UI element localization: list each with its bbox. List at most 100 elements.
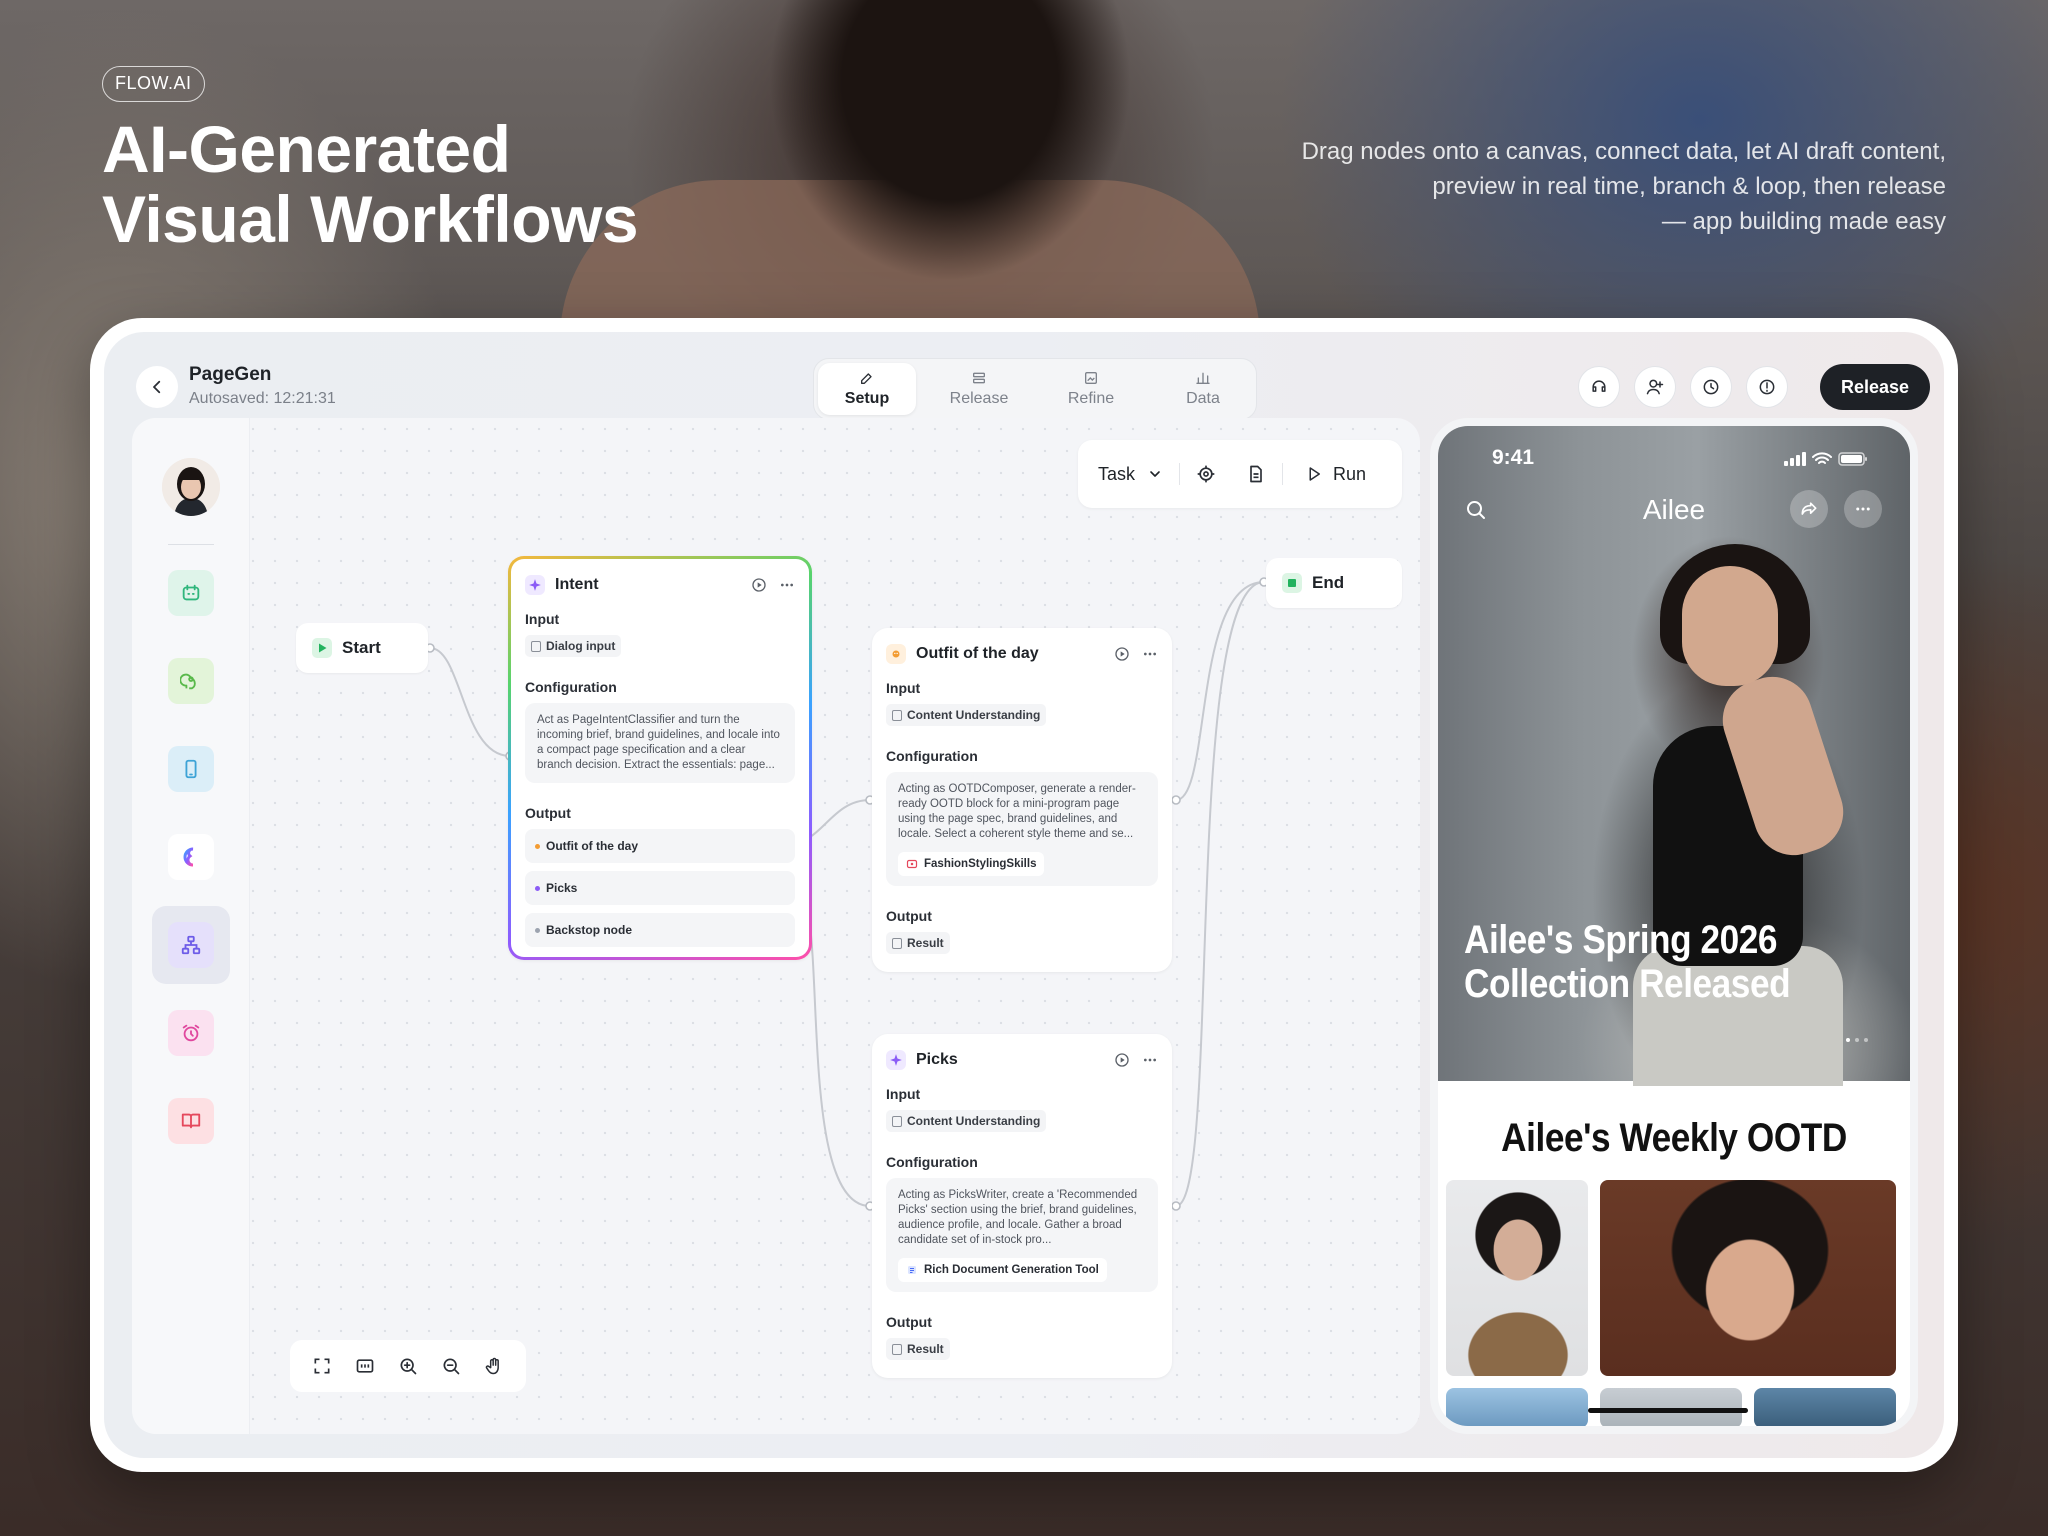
- zoom-in-icon[interactable]: [398, 1356, 418, 1376]
- intent-output-picks[interactable]: Picks: [525, 871, 795, 905]
- share-button[interactable]: [1790, 490, 1828, 528]
- play-icon: [1309, 467, 1321, 481]
- back-button[interactable]: [136, 366, 178, 408]
- end-label: End: [1312, 573, 1345, 592]
- tab-setup[interactable]: Setup: [818, 363, 916, 415]
- more-icon[interactable]: [1142, 646, 1158, 662]
- intent-config-label: Configuration: [525, 679, 617, 695]
- minimap-icon[interactable]: [355, 1356, 375, 1376]
- ootd-output-chip: Result: [886, 932, 950, 954]
- intent-input-chip-label: Dialog input: [546, 639, 616, 653]
- start-node[interactable]: Start: [296, 623, 428, 673]
- info-button[interactable]: [1746, 366, 1788, 408]
- ootd-node-header: Outfit of the day: [886, 642, 1158, 666]
- document-icon: [892, 709, 902, 721]
- ootd-config-text: Acting as OOTDComposer, generate a rende…: [898, 783, 1136, 840]
- phone-nav-bar: Ailee: [1438, 490, 1910, 530]
- ootd-photo-3[interactable]: [1446, 1388, 1588, 1426]
- ootd-config-box[interactable]: Acting as OOTDComposer, generate a rende…: [886, 772, 1158, 886]
- more-icon[interactable]: [1142, 1052, 1158, 1068]
- intent-input-chip: Dialog input: [525, 635, 622, 657]
- ootd-output-label: Output: [886, 908, 932, 924]
- intent-output-ootd[interactable]: Outfit of the day: [525, 829, 795, 863]
- chevron-left-icon: [153, 380, 161, 394]
- carousel-dots[interactable]: [1846, 1038, 1868, 1042]
- picks-output-chip-label: Result: [907, 1342, 944, 1356]
- home-indicator: [1588, 1408, 1748, 1413]
- picks-output-chip: Result: [886, 1338, 950, 1360]
- intent-node-header: Intent: [525, 573, 795, 597]
- intent-config-text[interactable]: Act as PageIntentClassifier and turn the…: [525, 703, 795, 783]
- picks-input-chip: Content Understanding: [886, 1110, 1047, 1132]
- output-dot: [535, 885, 540, 891]
- ootd-photo-1[interactable]: [1446, 1180, 1588, 1376]
- tab-refine-label: Refine: [1067, 390, 1115, 407]
- tablet-frame: PageGen Autosaved: 12:21:31 Setup Releas…: [90, 318, 1958, 1472]
- hero-title: AI-Generated Visual Workflows: [102, 112, 639, 254]
- run-node-icon[interactable]: [751, 577, 767, 593]
- hero-title-line-1: AI-Generated: [102, 112, 511, 186]
- ootd-photo-2[interactable]: [1600, 1180, 1896, 1376]
- share-icon: [1801, 502, 1817, 515]
- intent-output-picks-label: Picks: [546, 881, 578, 895]
- release-button[interactable]: Release: [1820, 364, 1930, 410]
- intent-output-label: Output: [525, 805, 571, 821]
- ootd-photo-5[interactable]: [1754, 1388, 1896, 1426]
- run-button[interactable]: Run: [1305, 464, 1366, 485]
- intent-output-backstop[interactable]: Backstop node: [525, 913, 795, 947]
- more-button[interactable]: [1844, 490, 1882, 528]
- end-node[interactable]: End: [1266, 558, 1402, 608]
- tab-release-label: Release: [949, 390, 1009, 407]
- status-icons: [1784, 452, 1868, 466]
- autosave-status: Autosaved: 12:21:31: [189, 390, 336, 407]
- history-icon: [1703, 379, 1719, 395]
- hero-subtitle-line-3: — app building made easy: [1661, 208, 1946, 235]
- run-node-icon[interactable]: [1114, 1052, 1130, 1068]
- support-button[interactable]: [1578, 366, 1620, 408]
- start-badge: [312, 638, 332, 658]
- tab-data[interactable]: Data: [1154, 363, 1252, 415]
- headset-icon: [1592, 380, 1606, 392]
- picks-input-label: Input: [886, 1086, 921, 1102]
- history-button[interactable]: [1690, 366, 1732, 408]
- canvas-toolbar: Task Run: [1078, 440, 1402, 508]
- ootd-input-label: Input: [886, 680, 921, 696]
- hand-pan-icon[interactable]: [484, 1356, 504, 1376]
- ootd-output-chip-label: Result: [907, 936, 944, 950]
- ootd-node[interactable]: Outfit of the day Input Content Understa…: [872, 628, 1172, 972]
- intent-input-label: Input: [525, 611, 560, 627]
- search-icon[interactable]: [1464, 498, 1488, 522]
- picks-config-box[interactable]: Acting as PicksWriter, create a 'Recomme…: [886, 1178, 1158, 1292]
- intent-node[interactable]: Intent Input Dialog input Configuration …: [508, 556, 812, 960]
- workflow-canvas[interactable]: Task Run Start End Intent Input Dialog i…: [132, 418, 1420, 1434]
- start-label: Start: [342, 638, 381, 657]
- status-time: 9:41: [1492, 446, 1535, 469]
- document-icon[interactable]: [1246, 464, 1266, 484]
- fit-screen-icon[interactable]: [312, 1356, 332, 1376]
- add-user-icon: [1646, 379, 1664, 395]
- tab-release[interactable]: Release: [930, 363, 1028, 415]
- chevron-down-icon: [1150, 471, 1160, 477]
- background-photo-person: [720, 0, 1180, 320]
- zoom-out-icon[interactable]: [441, 1356, 461, 1376]
- output-dot: [535, 843, 540, 849]
- more-icon[interactable]: [779, 577, 795, 593]
- picks-input-chip-label: Content Understanding: [907, 1114, 1041, 1128]
- preview-app-title: Ailee: [1642, 494, 1706, 525]
- picks-node-title: Picks: [916, 1051, 958, 1068]
- bar-chart-icon: [1196, 372, 1210, 384]
- intent-node-actions: [751, 577, 795, 593]
- play-icon: [319, 643, 327, 653]
- picks-skill-chip: Rich Document Generation Tool: [898, 1258, 1107, 1282]
- invite-button[interactable]: [1634, 366, 1676, 408]
- target-icon[interactable]: [1196, 464, 1216, 484]
- task-select[interactable]: Task: [1098, 464, 1163, 485]
- run-node-icon[interactable]: [1114, 646, 1130, 662]
- picks-node[interactable]: Picks Input Content Understanding Config…: [872, 1034, 1172, 1378]
- mobile-preview[interactable]: 9:41 Ailee Ailee's Spring 2026 Collectio…: [1430, 418, 1918, 1434]
- hero-headline-line-2: Collection Released: [1464, 962, 1791, 1006]
- hero-subtitle: Drag nodes onto a canvas, connect data, …: [1186, 134, 1946, 239]
- phone-status-bar: 9:41: [1438, 446, 1910, 476]
- tab-refine[interactable]: Refine: [1042, 363, 1140, 415]
- ootd-skill-chip: FashionStylingSkills: [898, 852, 1045, 876]
